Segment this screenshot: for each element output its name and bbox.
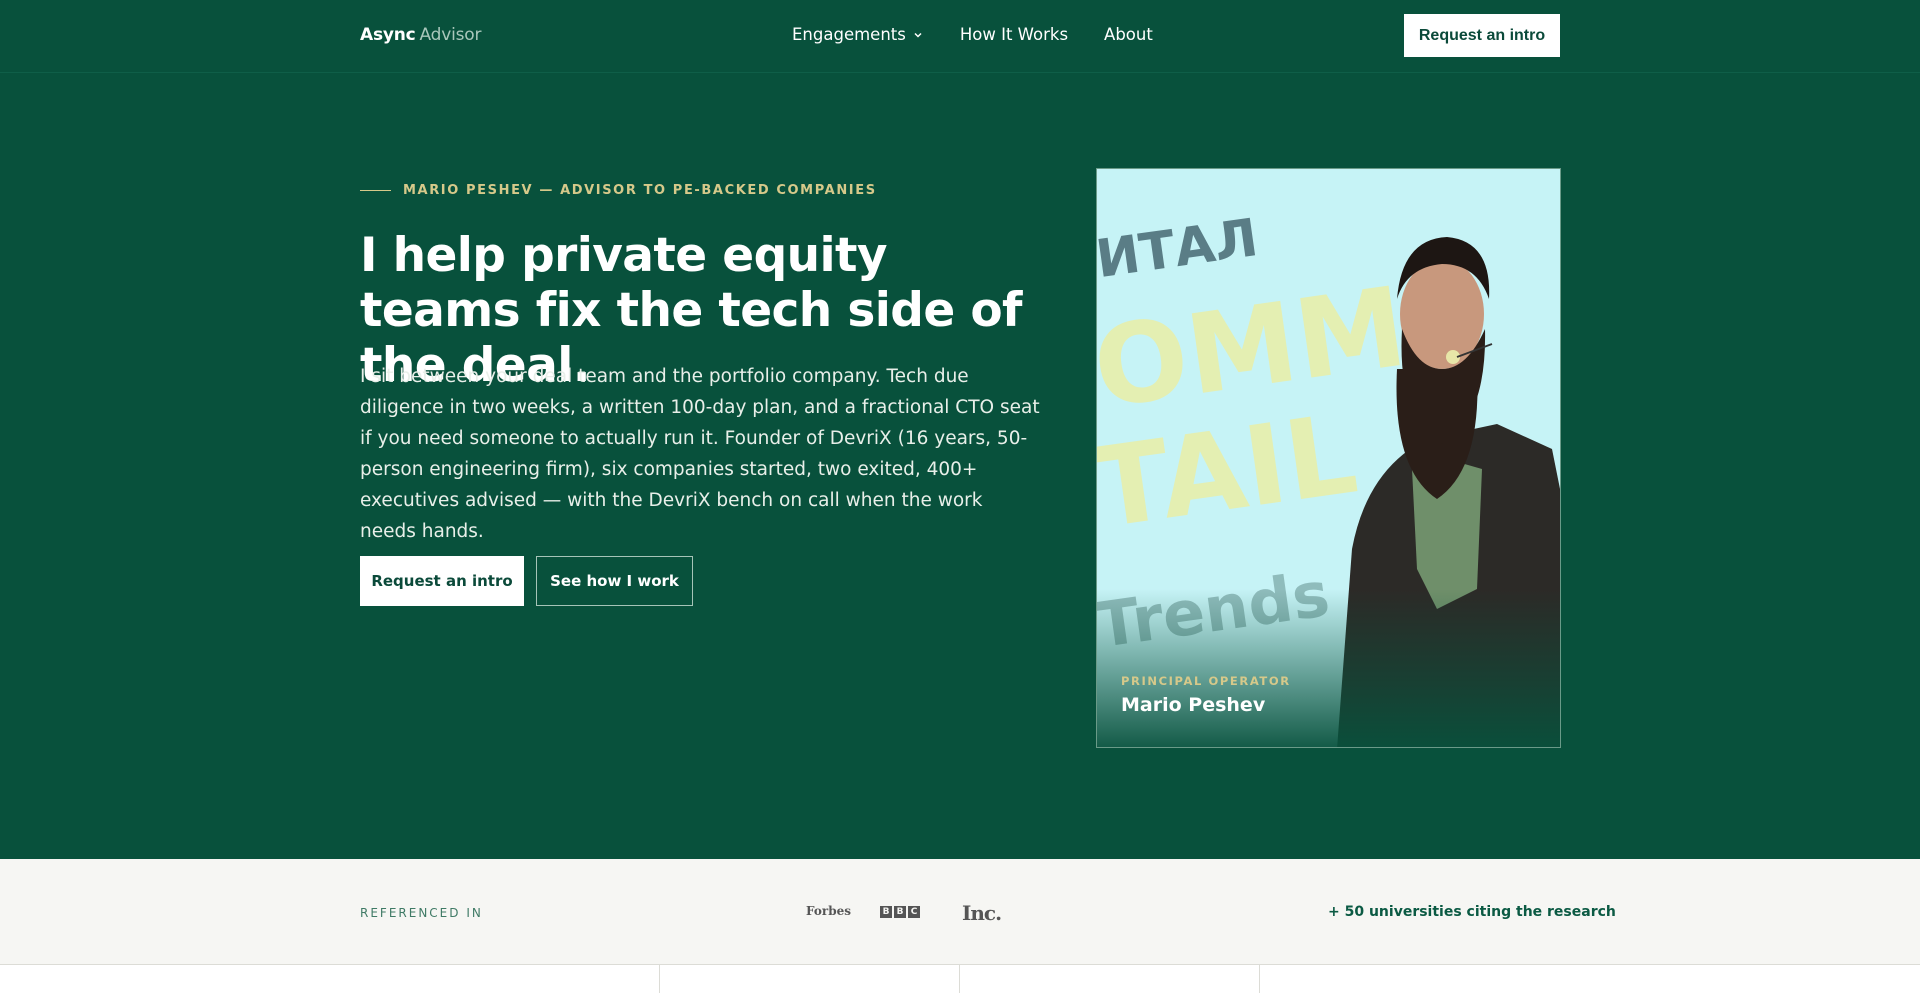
hero-description: I sit between your deal team and the por… [360, 366, 1040, 542]
bbc-logo: BBC [880, 906, 920, 918]
photo-caption-name: Mario Peshev [1121, 694, 1266, 716]
column-divider [959, 965, 960, 993]
hero-eyebrow: MARIO PESHEV — ADVISOR TO PE-BACKED COMP… [360, 183, 877, 198]
main-nav: Engagements How It Works About [792, 25, 1153, 44]
request-intro-button[interactable]: Request an intro [360, 556, 524, 606]
chevron-down-icon [914, 32, 922, 38]
forbes-logo: Forbes [806, 904, 851, 918]
nav-item-how-it-works[interactable]: How It Works [960, 25, 1068, 44]
brand-logo[interactable]: Async Advisor [360, 25, 482, 45]
photo-caption-label: PRINCIPAL OPERATOR [1121, 674, 1291, 688]
see-how-i-work-button[interactable]: See how I work [536, 556, 693, 606]
hero-section: MARIO PESHEV — ADVISOR TO PE-BACKED COMP… [0, 73, 1920, 859]
eyebrow-text: MARIO PESHEV — ADVISOR TO PE-BACKED COMP… [403, 183, 877, 198]
column-divider [659, 965, 660, 993]
brand-name-light: Advisor [419, 25, 482, 45]
inc-logo: Inc. [962, 901, 1002, 925]
nav-item-about[interactable]: About [1104, 25, 1153, 44]
nav-item-engagements[interactable]: Engagements [792, 25, 924, 44]
speaker-photo-illustration: ИТАЛ OMM TAIL Trends [1097, 169, 1560, 747]
bbc-letter-c: C [908, 906, 920, 918]
references-label: REFERENCED IN [360, 906, 483, 920]
brand-name-bold: Async [360, 25, 416, 45]
universities-citing-note[interactable]: + 50 universities citing the research [1328, 904, 1616, 920]
next-section-columns [0, 965, 1920, 993]
top-navigation-bar: Async Advisor Engagements How It Works Ab… [0, 0, 1920, 73]
nav-label-about: About [1104, 25, 1153, 44]
bbc-letter-b2: B [894, 906, 906, 918]
nav-label-how-it-works: How It Works [959, 25, 1069, 44]
references-strip: REFERENCED IN Forbes BBC Inc. + 50 unive… [0, 859, 1920, 965]
bbc-letter-b1: B [880, 906, 892, 918]
eyebrow-rule [360, 190, 391, 191]
nav-label-engagements: Engagements [792, 25, 906, 44]
portrait-photo: ИТАЛ OMM TAIL Trends PRINCIPAL OPERATOR … [1096, 168, 1561, 748]
column-divider [1259, 965, 1260, 993]
request-intro-header-button[interactable]: Request an intro [1404, 14, 1560, 57]
